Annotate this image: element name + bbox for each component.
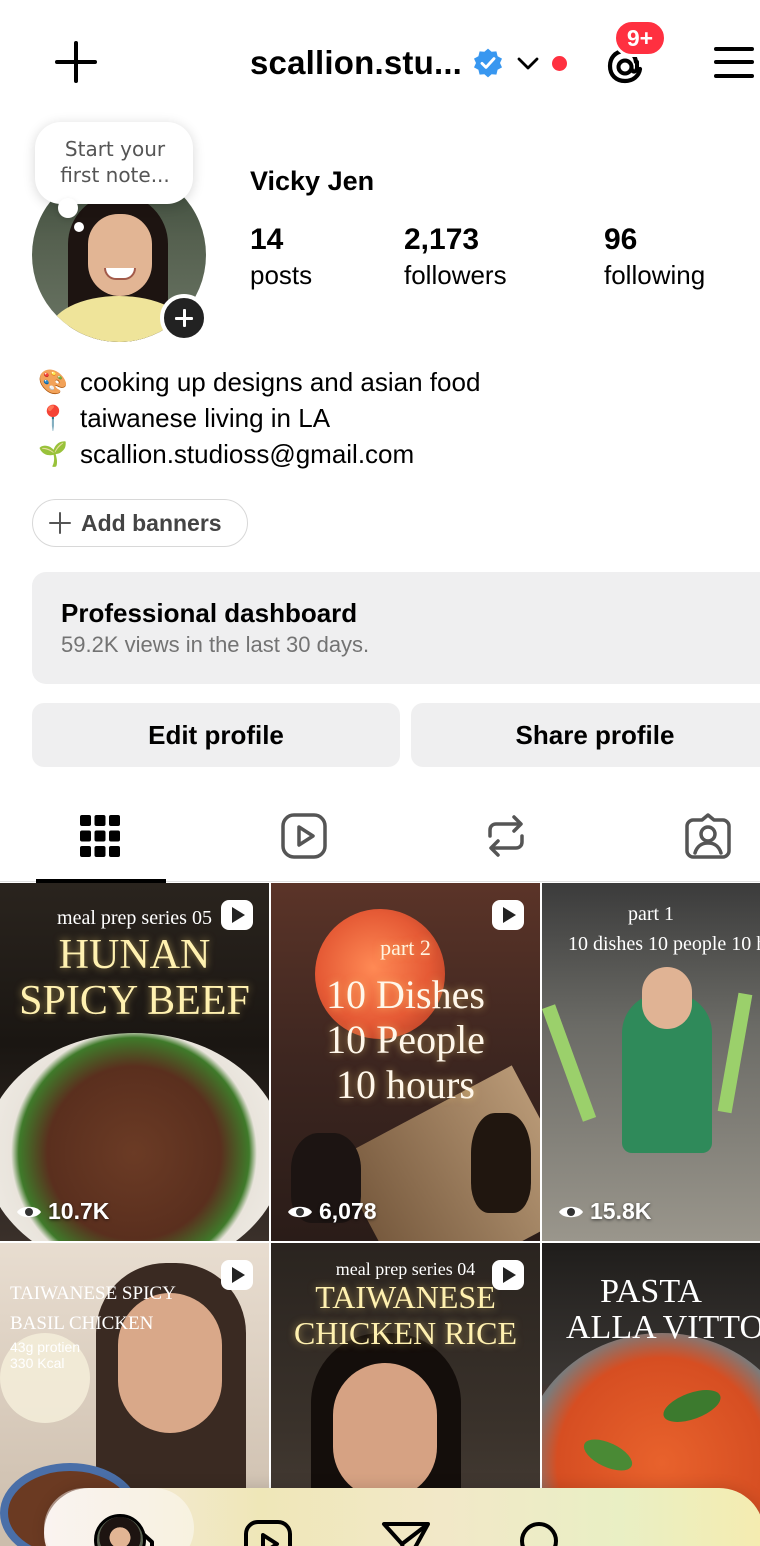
bio-text: cooking up designs and asian food (80, 366, 481, 397)
share-profile-button[interactable]: Share profile (411, 703, 760, 767)
stat-label: following (604, 260, 706, 290)
plus-icon (49, 512, 71, 534)
view-count: 6,078 (287, 1198, 377, 1225)
bio: 🎨 cooking up designs and asian food 📍 ta… (34, 364, 480, 472)
view-count-value: 10.7K (48, 1198, 110, 1224)
tagged-icon (685, 813, 731, 859)
post-tile[interactable]: meal prep series 05 HUNAN SPICY BEEF 10.… (0, 883, 269, 1241)
username: scallion.stu... (250, 44, 463, 81)
grid-icon (80, 815, 120, 857)
view-count-value: 6,078 (319, 1198, 377, 1224)
view-count-value: 15.8K (590, 1198, 652, 1224)
stat-label: followers (404, 260, 507, 290)
top-bar: scallion.stu... 9+ (0, 0, 760, 120)
reels-icon[interactable] (240, 1516, 296, 1546)
stat-value: 14 (250, 223, 284, 256)
stat-value: 2,173 (404, 223, 480, 256)
post-title: SPICY BEEF (19, 978, 250, 1024)
menu-icon[interactable] (712, 44, 756, 80)
account-switcher[interactable]: scallion.stu... (250, 40, 568, 86)
bio-line: 🎨 cooking up designs and asian food (34, 364, 480, 400)
professional-dashboard[interactable]: Professional dashboard 59.2K views in th… (32, 572, 760, 684)
post-title: 10 Dishes (326, 972, 485, 1017)
stat-posts: 14 posts (250, 222, 312, 292)
note-bubble-tail (58, 198, 78, 218)
post-series: part 2 (380, 935, 431, 960)
post-title: 10 People (326, 1017, 485, 1062)
profile-tabs (0, 790, 760, 883)
post-title: CHICKEN RICE (293, 1315, 518, 1351)
reel-icon (492, 1260, 524, 1290)
post-title: PASTA (600, 1273, 702, 1310)
tab-reels[interactable] (238, 790, 368, 882)
tab-tagged[interactable] (642, 790, 760, 882)
face (642, 967, 692, 1029)
nav-profile-tab[interactable] (44, 1488, 194, 1546)
dashboard-title: Professional dashboard (61, 598, 358, 628)
add-story-icon[interactable] (160, 294, 208, 342)
eye-icon (559, 1206, 583, 1217)
tab-reposts[interactable] (440, 790, 570, 882)
notification-badge: 9+ (613, 19, 667, 57)
post-title: 10 hours (336, 1062, 475, 1107)
post-tile[interactable]: part 1 10 dishes 10 people 10 ho 15.8K (542, 883, 760, 1241)
seedling-icon: 🌱 (38, 440, 68, 468)
post-title: HUNAN (58, 932, 211, 978)
add-banners-label: Add banners (81, 509, 222, 536)
bio-line: 📍 taiwanese living in LA (34, 400, 480, 436)
bio-email[interactable]: scallion.studioss@gmail.com (80, 439, 414, 470)
stat-followers[interactable]: 2,173 followers (404, 222, 507, 292)
location-pin-icon: 📍 (38, 404, 68, 432)
eye-icon (288, 1206, 312, 1217)
edit-profile-button[interactable]: Edit profile (32, 703, 400, 767)
display-name: Vicky Jen (250, 166, 375, 196)
post-series: part 1 (627, 903, 675, 925)
add-banners-button[interactable]: Add banners (32, 499, 248, 547)
bottom-nav (44, 1488, 760, 1546)
unread-dot (552, 55, 568, 71)
send-icon[interactable] (378, 1516, 434, 1546)
eye-icon (17, 1206, 41, 1217)
verified-badge-icon (474, 48, 503, 78)
palette-icon: 🎨 (38, 368, 68, 396)
repost-icon (488, 815, 524, 857)
dashboard-subtitle: 59.2K views in the last 30 days. (61, 632, 370, 657)
note-bubble[interactable]: Start your first note... (35, 122, 193, 204)
person (471, 1113, 531, 1213)
search-icon[interactable] (514, 1516, 570, 1546)
post-subtitle: 10 dishes 10 people 10 ho (568, 933, 760, 955)
post-title: ALLA VITTOR (566, 1309, 760, 1346)
stat-label: posts (250, 260, 313, 290)
stat-following[interactable]: 96 following (604, 222, 705, 292)
create-post-button[interactable] (52, 38, 100, 86)
post-title: BASIL CHICKEN (10, 1313, 154, 1334)
note-bubble-tail-small (74, 222, 84, 232)
scallion (542, 1004, 597, 1122)
bio-line: 🌱 scallion.studioss@gmail.com (34, 436, 480, 472)
view-count: 10.7K (16, 1198, 109, 1225)
reel-icon (221, 1260, 253, 1290)
view-count: 15.8K (558, 1198, 651, 1225)
stat-value: 96 (604, 223, 638, 256)
post-note: 43g protien (10, 1339, 81, 1355)
reel-icon (492, 900, 524, 930)
chevron-down-icon[interactable] (516, 51, 540, 75)
post-tile[interactable]: part 2 10 Dishes 10 People 10 hours 6,07… (271, 883, 540, 1241)
face (333, 1363, 437, 1499)
tab-posts-grid[interactable] (36, 790, 166, 883)
scallion (717, 992, 753, 1114)
reels-icon (281, 813, 327, 859)
bio-text: taiwanese living in LA (80, 402, 331, 433)
reel-icon (221, 900, 253, 930)
post-note: 330 Kcal (10, 1355, 65, 1371)
